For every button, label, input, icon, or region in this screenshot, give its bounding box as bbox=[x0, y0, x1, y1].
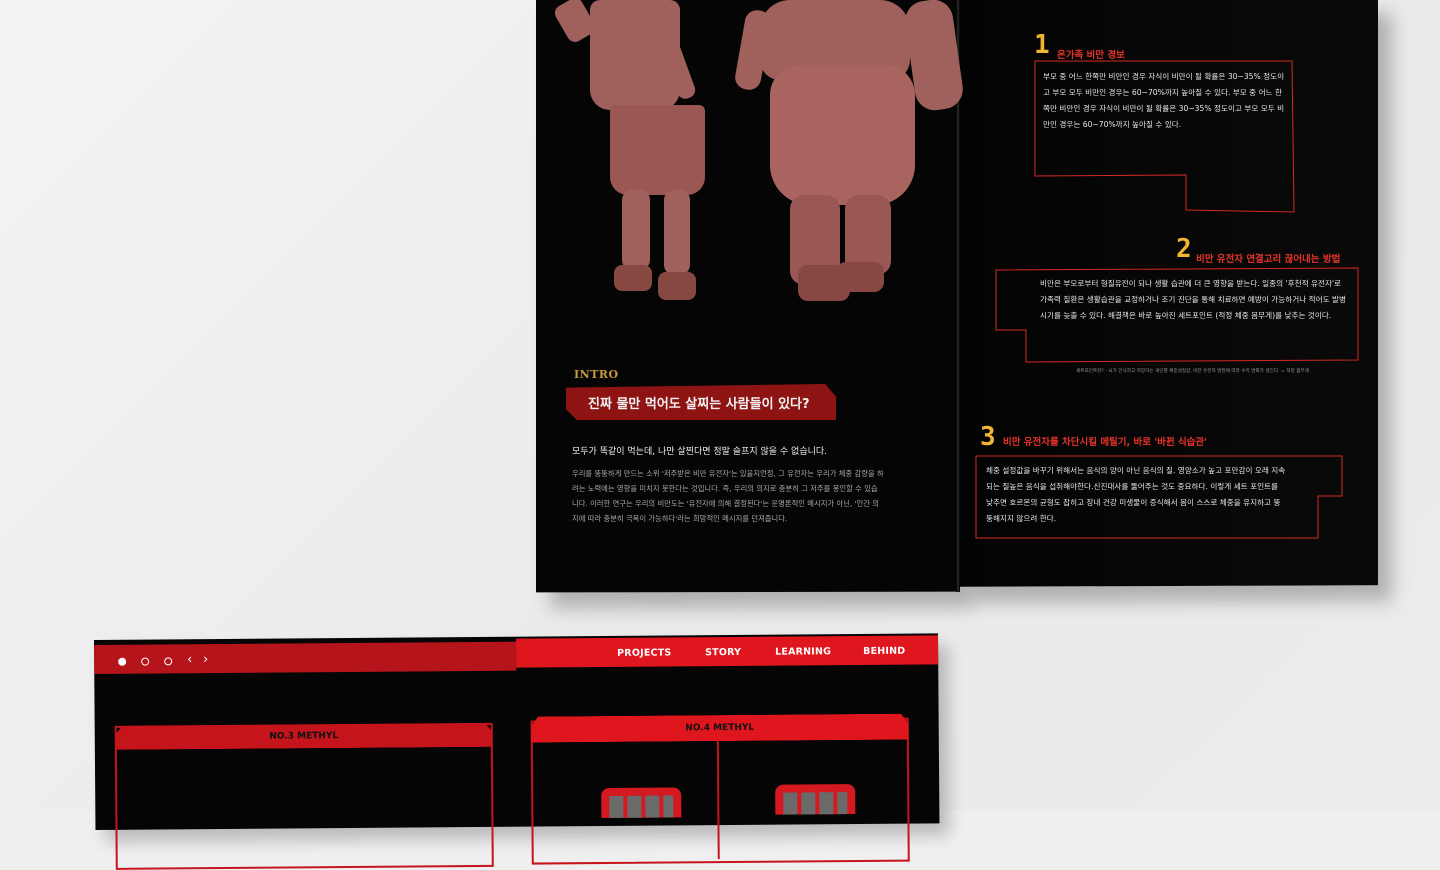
nav-story[interactable]: STORY bbox=[705, 647, 741, 658]
forward-arrow-icon[interactable]: › bbox=[203, 652, 208, 667]
section-3-title: 비만 유전자를 차단시킬 메틸기, 바로 '바뀐 식습관' bbox=[1003, 437, 1208, 448]
browser-bar-left: ‹ › bbox=[94, 641, 517, 674]
section-3-text: 체중 설정값을 바꾸기 위해서는 음식의 양이 아닌 음식의 질. 영양소가 높… bbox=[986, 466, 1286, 523]
section-2-text: 비만은 부모로부터 형질유전이 되나 생활 습관에 더 큰 영향을 받는다. 일… bbox=[1040, 279, 1346, 320]
window-dot-icon[interactable] bbox=[164, 657, 173, 666]
intro-lead: 모두가 똑같이 먹는데, 나만 살찐다면 정말 슬프지 않을 수 없습니다. bbox=[572, 447, 828, 457]
intro-tag: INTRO bbox=[574, 368, 619, 381]
window-dot-icon[interactable] bbox=[118, 657, 127, 666]
card-no4-title: NO.4 METHYL bbox=[531, 714, 909, 743]
intro-title: 진짜 물만 먹어도 살찌는 사람들이 있다? bbox=[588, 397, 810, 412]
section-1-number: 1 bbox=[1034, 30, 1050, 60]
section-3-number: 3 bbox=[980, 422, 996, 452]
card-no3-title: NO.3 METHYL bbox=[115, 723, 493, 750]
section-2-title: 비만 유전자 연결고리 끊어내는 방법 bbox=[1196, 254, 1341, 265]
card-no4-icon-left bbox=[601, 787, 682, 819]
window-dot-icon[interactable] bbox=[141, 657, 150, 666]
section-2-footnote: 세트포인트란? - 뇌가 인식하고 저장하는 개인별 체중설정값, 비만 유전자… bbox=[1076, 369, 1309, 374]
nav-learning[interactable]: LEARNING bbox=[775, 646, 831, 657]
card-no4-icon-right bbox=[775, 784, 856, 815]
nav-behind[interactable]: BEHIND bbox=[863, 646, 905, 657]
nav-projects[interactable]: PROJECTS bbox=[617, 647, 671, 658]
section-1-title: 온가족 비만 경보 bbox=[1057, 50, 1125, 61]
section-1-text: 부모 중 어느 한쪽만 비만인 경우 자식이 비만이 될 확률은 30~35% … bbox=[1043, 72, 1285, 129]
browser-bar-right: PROJECTS STORY LEARNING BEHIND bbox=[516, 635, 939, 668]
back-arrow-icon[interactable]: ‹ bbox=[187, 652, 192, 667]
section-2-number: 2 bbox=[1176, 234, 1192, 264]
website-mockup: ‹ › PROJECTS STORY LEARNING BEHIND NO.3 … bbox=[94, 633, 940, 870]
intro-body: 우리를 뚱뚱하게 만드는 소위 '저주받은 비만 유전자'는 있을지언정, 그 … bbox=[572, 469, 884, 523]
